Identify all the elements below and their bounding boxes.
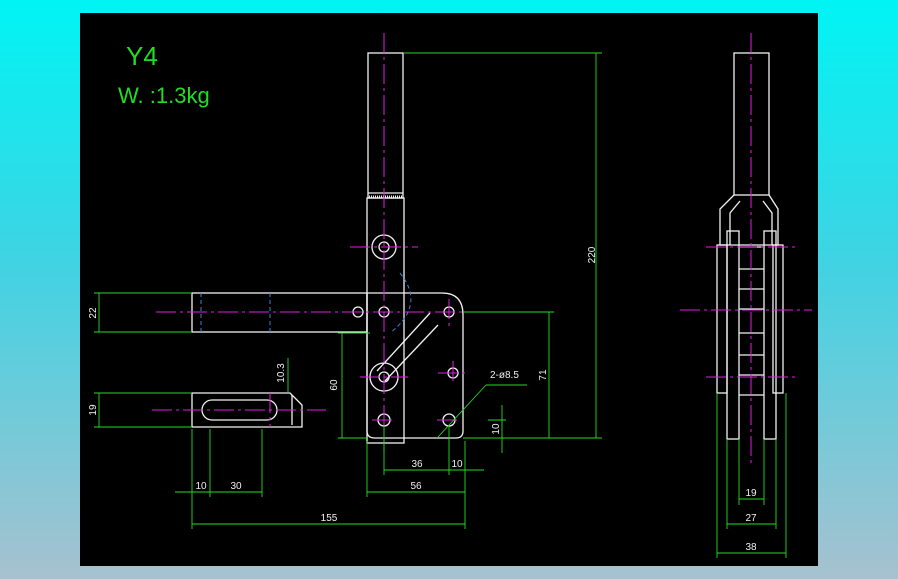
- dim-22: 22: [88, 307, 99, 319]
- part-title: Y4: [126, 41, 158, 71]
- dim-30: 30: [230, 481, 242, 492]
- drawing-canvas[interactable]: Y4 W. :1.3kg 220 22 60 71 19 10.3 2-ø8.5…: [80, 13, 818, 566]
- side-view: [680, 33, 812, 465]
- side-dim-27: 27: [745, 513, 757, 524]
- handle-grip: [367, 52, 404, 199]
- weight-label: W. :1.3kg: [118, 83, 210, 108]
- dim-71: 71: [538, 369, 549, 381]
- dimensions: 220 22 60 71 19 10.3 2-ø8.5 10 36 10 56 …: [88, 52, 787, 558]
- dim-10-horizontal: 10: [451, 459, 463, 470]
- side-plate-right: [763, 230, 777, 440]
- dim-10-a: 10: [195, 481, 207, 492]
- dim-155: 155: [321, 513, 338, 524]
- dim-19: 19: [88, 404, 99, 416]
- dim-10-3: 10.3: [276, 363, 287, 383]
- dim-36: 36: [411, 459, 423, 470]
- side-plate-left: [726, 230, 740, 440]
- dim-10-vertical: 10: [491, 423, 502, 435]
- dim-60: 60: [329, 379, 340, 391]
- dim-220: 220: [587, 246, 598, 263]
- dim-hole: 2-ø8.5: [490, 370, 519, 381]
- side-dim-38: 38: [745, 542, 757, 553]
- cad-drawing: Y4 W. :1.3kg 220 22 60 71 19 10.3 2-ø8.5…: [88, 33, 812, 558]
- dim-56: 56: [410, 481, 422, 492]
- side-dim-19: 19: [745, 488, 757, 499]
